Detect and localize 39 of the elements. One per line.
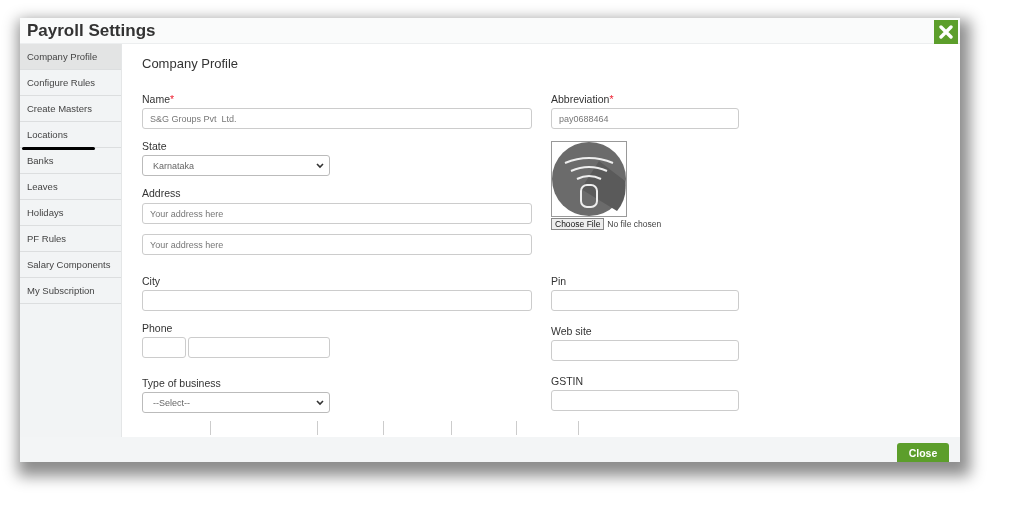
input-field[interactable] <box>188 337 330 358</box>
input-field[interactable] <box>551 290 739 311</box>
chevron-icon <box>316 399 324 406</box>
input-field[interactable] <box>551 340 739 361</box>
field-label: GSTIN <box>551 374 585 388</box>
field-label: Name* <box>142 92 176 106</box>
sidebar-item[interactable]: Company Profile <box>20 44 121 70</box>
field-label: Abbreviation* <box>551 92 615 106</box>
window-title: Payroll Settings <box>27 20 156 41</box>
field-label: Type of business <box>142 376 222 390</box>
input-field[interactable]: S&G Groups Pvt Ltd. <box>142 108 532 129</box>
input-field[interactable]: Your address here <box>142 234 532 255</box>
field-label: Pin <box>551 274 568 288</box>
field-label: Web site <box>551 324 593 338</box>
sidebar-item[interactable]: Configure Rules <box>20 70 121 96</box>
section-heading: Company Profile <box>142 56 240 72</box>
close-icon[interactable] <box>934 19 958 44</box>
input-field[interactable]: pay0688464 <box>551 108 739 129</box>
dropdown[interactable]: --Select-- <box>142 392 330 413</box>
sidebar-item[interactable]: Locations <box>20 122 121 148</box>
dropdown[interactable]: Karnataka <box>142 155 330 176</box>
sidebar-item[interactable]: Banks <box>20 148 121 174</box>
sidebar-item[interactable]: Salary Components <box>20 252 121 278</box>
field-label: Phone <box>142 321 174 335</box>
input-field[interactable] <box>551 390 739 411</box>
file-status: No file chosen <box>607 219 662 229</box>
field-label: City <box>142 274 162 288</box>
chevron-icon <box>316 162 324 169</box>
input-field[interactable] <box>142 290 532 311</box>
sidebar-item[interactable]: PF Rules <box>20 226 121 252</box>
input-field[interactable]: Your address here <box>142 203 532 224</box>
input-field[interactable] <box>142 337 186 358</box>
sidebar-item[interactable]: My Subscription <box>20 278 121 304</box>
choose-file-button[interactable]: Choose File <box>551 218 605 230</box>
field-label: Address <box>142 186 182 200</box>
field-label: State <box>142 139 168 153</box>
sidebar-item[interactable]: Create Masters <box>20 96 121 122</box>
sidebar-item[interactable]: Holidays <box>20 200 121 226</box>
sidebar-item[interactable]: Leaves <box>20 174 121 200</box>
